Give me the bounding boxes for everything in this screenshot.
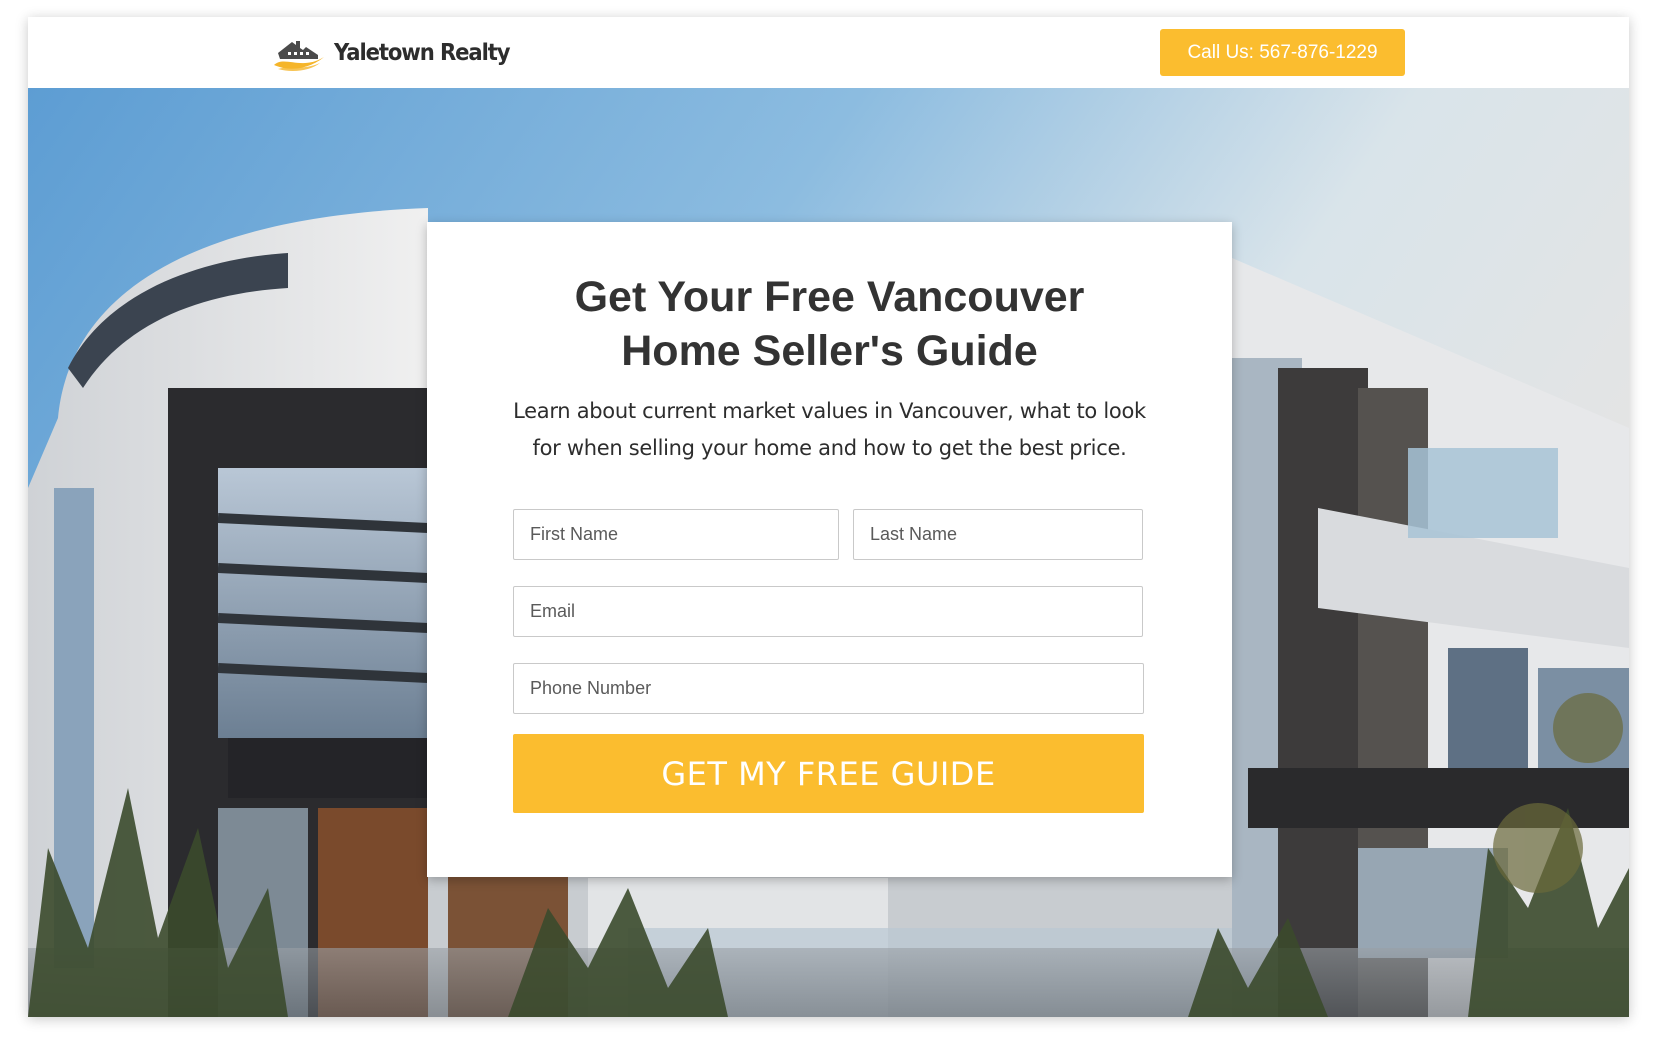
form-title: Get Your Free Vancouver Home Seller's Gu… xyxy=(427,270,1232,378)
email-input[interactable] xyxy=(513,586,1143,637)
call-us-button[interactable]: Call Us: 567-876-1229 xyxy=(1160,29,1405,76)
house-wave-logo-icon xyxy=(274,41,324,71)
form-title-line-1: Get Your Free Vancouver xyxy=(574,273,1085,321)
last-name-input[interactable] xyxy=(853,509,1143,560)
form-title-line-2: Home Seller's Guide xyxy=(621,327,1038,375)
first-name-input[interactable] xyxy=(513,509,839,560)
lead-form-card: Get Your Free Vancouver Home Seller's Gu… xyxy=(427,222,1232,877)
brand-name: Yaletown Realty xyxy=(334,40,511,66)
form-subtitle-line-2: for when selling your home and how to ge… xyxy=(532,436,1127,460)
brand-logo[interactable]: Yaletown Realty xyxy=(272,33,525,73)
landing-page: Yaletown Realty Call Us: 567-876-1229 Ge… xyxy=(28,17,1629,1017)
form-subtitle-line-1: Learn about current market values in Van… xyxy=(513,399,1146,423)
get-free-guide-button[interactable]: GET MY FREE GUIDE xyxy=(513,734,1144,813)
hero-section: Get Your Free Vancouver Home Seller's Gu… xyxy=(28,88,1629,1017)
phone-number-input[interactable] xyxy=(513,663,1144,714)
site-header: Yaletown Realty Call Us: 567-876-1229 xyxy=(28,17,1629,88)
form-subtitle: Learn about current market values in Van… xyxy=(487,393,1172,467)
